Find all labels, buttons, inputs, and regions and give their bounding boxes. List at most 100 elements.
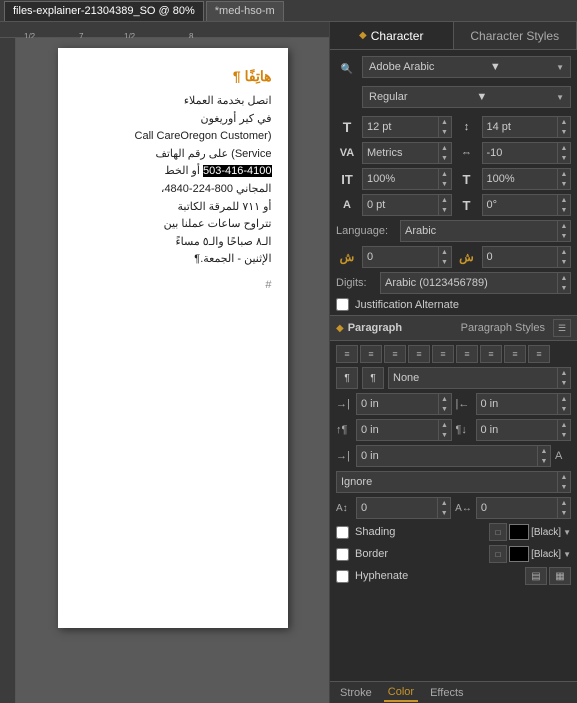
- para-icon-1[interactable]: ¶: [336, 367, 358, 389]
- space-before-field[interactable]: [357, 424, 438, 436]
- indent-right-input[interactable]: ▲ ▼: [476, 393, 572, 415]
- leading-input[interactable]: ▲ ▼: [482, 116, 572, 138]
- digits-field[interactable]: [381, 277, 557, 289]
- paragraph-section-header[interactable]: ◆ Paragraph Paragraph Styles ☰: [330, 315, 577, 341]
- indent-left-field[interactable]: [357, 398, 438, 410]
- digits-dropdown[interactable]: ▲ ▼: [380, 272, 571, 294]
- baseline-field[interactable]: [363, 199, 438, 211]
- tcy-up-down[interactable]: ▼: [439, 257, 451, 267]
- ignore-up[interactable]: ▲: [558, 472, 570, 482]
- align-right-btn[interactable]: ≡: [384, 345, 406, 363]
- horiz-scale-input[interactable]: ▲ ▼: [482, 168, 572, 190]
- rotation-up[interactable]: ▲: [558, 195, 570, 205]
- dropcap-chars-field[interactable]: [477, 502, 557, 514]
- shading-frame-icon[interactable]: □: [489, 523, 507, 541]
- border-checkbox[interactable]: [336, 548, 349, 561]
- shading-dropdown-arrow[interactable]: ▼: [563, 528, 571, 537]
- space-after-down[interactable]: ▼: [558, 430, 570, 440]
- shading-checkbox[interactable]: [336, 526, 349, 539]
- paragraph-styles-tab[interactable]: Paragraph Styles: [461, 322, 545, 334]
- tcy-down-down[interactable]: ▼: [558, 257, 570, 267]
- kerning-field[interactable]: [363, 147, 438, 159]
- language-up[interactable]: ▲: [558, 221, 570, 231]
- kerning-down[interactable]: ▼: [439, 153, 451, 163]
- kerning-up[interactable]: ▲: [439, 143, 451, 153]
- indent-left-down[interactable]: ▼: [439, 404, 451, 414]
- dropcap-chars-down[interactable]: ▼: [558, 508, 570, 518]
- none-dropdown[interactable]: ▲ ▼: [388, 367, 571, 389]
- align-force-btn[interactable]: ≡: [480, 345, 502, 363]
- baseline-up[interactable]: ▲: [439, 195, 451, 205]
- dropcap-chars-up[interactable]: ▲: [558, 498, 570, 508]
- bottom-tab-stroke[interactable]: Stroke: [336, 685, 376, 701]
- indent-left-up[interactable]: ▲: [439, 394, 451, 404]
- bottom-tab-color[interactable]: Color: [384, 684, 418, 702]
- align-left-btn[interactable]: ≡: [336, 345, 358, 363]
- ignore-field[interactable]: [337, 476, 557, 488]
- baseline-down[interactable]: ▼: [439, 205, 451, 215]
- baseline-input[interactable]: ▲ ▼: [362, 194, 452, 216]
- align-center-btn[interactable]: ≡: [360, 345, 382, 363]
- tracking-down[interactable]: ▼: [558, 153, 570, 163]
- last-indent-up[interactable]: ▲: [538, 446, 550, 456]
- align-justify-right-btn[interactable]: ≡: [456, 345, 478, 363]
- tracking-field[interactable]: [483, 147, 558, 159]
- dropcap-lines-up[interactable]: ▲: [438, 498, 450, 508]
- none-field[interactable]: [389, 372, 557, 384]
- rotation-down[interactable]: ▼: [558, 205, 570, 215]
- align-rtl-left-btn[interactable]: ≡: [504, 345, 526, 363]
- font-size-up[interactable]: ▲: [439, 117, 451, 127]
- indent-left-input[interactable]: ▲ ▼: [356, 393, 452, 415]
- tcy-down-field[interactable]: [483, 251, 558, 263]
- panel-menu-icon[interactable]: ☰: [553, 319, 571, 337]
- tcy-up-input[interactable]: ▲ ▼: [362, 246, 452, 268]
- last-indent-field[interactable]: [357, 450, 537, 462]
- bottom-tab-effects[interactable]: Effects: [426, 685, 467, 701]
- horiz-scale-down[interactable]: ▼: [558, 179, 570, 189]
- align-justify-left-btn[interactable]: ≡: [432, 345, 454, 363]
- language-down[interactable]: ▼: [558, 231, 570, 241]
- tab-med[interactable]: *med-hso-m: [206, 1, 284, 21]
- ignore-down[interactable]: ▼: [558, 482, 570, 492]
- dropcap-lines-input[interactable]: ▲ ▼: [356, 497, 451, 519]
- justification-alt-checkbox[interactable]: [336, 298, 349, 311]
- digits-down[interactable]: ▼: [558, 283, 570, 293]
- vert-scale-down[interactable]: ▼: [439, 179, 451, 189]
- last-indent-input[interactable]: ▲ ▼: [356, 445, 551, 467]
- horiz-scale-up[interactable]: ▲: [558, 169, 570, 179]
- space-after-field[interactable]: [477, 424, 558, 436]
- para-icon-2[interactable]: ¶: [362, 367, 384, 389]
- leading-down[interactable]: ▼: [558, 127, 570, 137]
- language-dropdown[interactable]: ▲ ▼: [400, 220, 571, 242]
- space-after-up[interactable]: ▲: [558, 420, 570, 430]
- digits-up[interactable]: ▲: [558, 273, 570, 283]
- border-frame-icon[interactable]: □: [489, 545, 507, 563]
- shading-color-swatch[interactable]: [509, 524, 529, 540]
- tcy-down-input[interactable]: ▲ ▼: [482, 246, 572, 268]
- align-rtl-right-btn[interactable]: ≡: [528, 345, 550, 363]
- dropcap-lines-down[interactable]: ▼: [438, 508, 450, 518]
- hyphenate-checkbox[interactable]: [336, 570, 349, 583]
- tcy-up-field[interactable]: [363, 251, 438, 263]
- indent-right-field[interactable]: [477, 398, 558, 410]
- ignore-dropdown[interactable]: ▲ ▼: [336, 471, 571, 493]
- leading-up[interactable]: ▲: [558, 117, 570, 127]
- rotation-field[interactable]: [483, 199, 558, 211]
- border-dropdown-arrow[interactable]: ▼: [563, 550, 571, 559]
- tab-character[interactable]: ◆ Character: [330, 22, 454, 49]
- dropcap-chars-input[interactable]: ▲ ▼: [476, 497, 571, 519]
- vert-scale-up[interactable]: ▲: [439, 169, 451, 179]
- font-size-input[interactable]: ▲ ▼: [362, 116, 452, 138]
- horiz-scale-field[interactable]: [483, 173, 558, 185]
- tcy-up-up[interactable]: ▲: [439, 247, 451, 257]
- vert-scale-field[interactable]: [363, 173, 438, 185]
- dropcap-lines-field[interactable]: [357, 502, 437, 514]
- language-field[interactable]: [401, 225, 557, 237]
- space-after-input[interactable]: ▲ ▼: [476, 419, 572, 441]
- rotation-input[interactable]: ▲ ▼: [482, 194, 572, 216]
- indent-right-up[interactable]: ▲: [558, 394, 570, 404]
- font-size-down[interactable]: ▼: [439, 127, 451, 137]
- tracking-input[interactable]: ▲ ▼: [482, 142, 572, 164]
- space-before-down[interactable]: ▼: [439, 430, 451, 440]
- last-indent-down[interactable]: ▼: [538, 456, 550, 466]
